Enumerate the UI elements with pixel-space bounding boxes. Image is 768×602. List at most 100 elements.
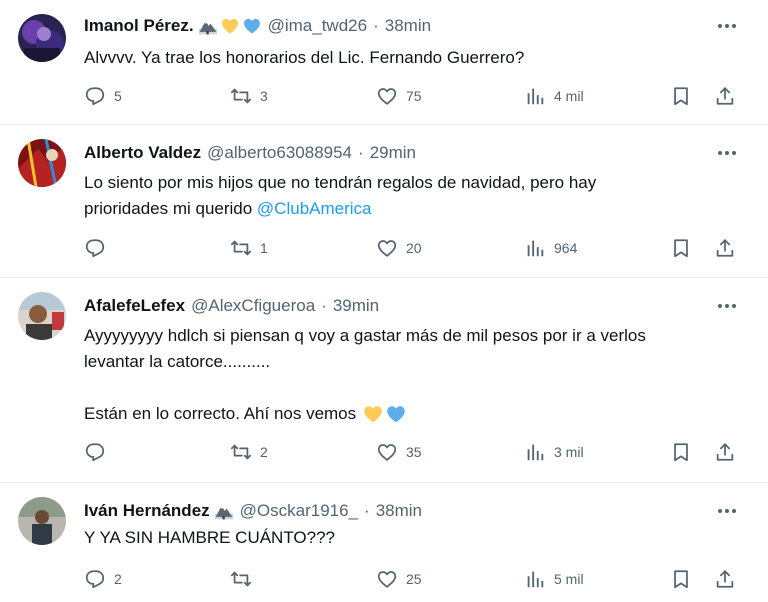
- display-name[interactable]: AfalefeLefex: [84, 296, 185, 316]
- retweet-icon: [230, 444, 252, 460]
- retweet-count: 1: [260, 240, 268, 256]
- share-icon: [716, 570, 734, 588]
- tweet-text: Alvvvv. Ya trae los honorarios del Lic. …: [84, 48, 525, 67]
- bookmark-icon: [674, 570, 688, 589]
- reply-button[interactable]: [84, 234, 114, 262]
- separator: ·: [373, 16, 379, 35]
- more-options-icon[interactable]: [718, 503, 736, 519]
- blue-heart-icon: [387, 406, 405, 423]
- mountain-emoji-icon: [198, 21, 217, 35]
- display-name[interactable]: Alberto Valdez: [84, 143, 201, 163]
- like-count: 20: [406, 240, 422, 256]
- views-button[interactable]: 3 mil: [524, 438, 584, 466]
- views-button[interactable]: 964: [524, 234, 577, 262]
- like-button[interactable]: 25: [376, 565, 422, 593]
- reply-icon: [85, 239, 105, 258]
- like-count: 35: [406, 444, 422, 460]
- tweet[interactable]: Alberto Valdez @alberto63088954 · 29min …: [0, 125, 768, 278]
- share-button[interactable]: [714, 565, 736, 593]
- bookmark-button[interactable]: [670, 438, 692, 466]
- timestamp[interactable]: 29min: [370, 143, 416, 163]
- user-handle[interactable]: @alberto63088954: [207, 143, 352, 163]
- bookmark-icon: [674, 239, 688, 258]
- user-handle[interactable]: @AlexCfigueroa: [191, 296, 315, 316]
- share-button[interactable]: [714, 82, 736, 110]
- views-count: 3 mil: [554, 444, 584, 460]
- like-button[interactable]: 20: [376, 234, 422, 262]
- bookmark-button[interactable]: [670, 234, 692, 262]
- reply-icon: [85, 570, 105, 589]
- bookmark-button[interactable]: [670, 82, 692, 110]
- avatar[interactable]: [18, 14, 66, 62]
- more-options-icon[interactable]: [718, 145, 736, 161]
- display-name[interactable]: Imanol Pérez.: [84, 16, 194, 36]
- retweet-icon: [230, 571, 252, 587]
- mountain-emoji-icon: [214, 506, 233, 520]
- tweet-text: Lo siento por mis hijos que no tendrán r…: [84, 173, 597, 218]
- mention-link[interactable]: @ClubAmerica: [257, 199, 372, 218]
- reply-count: 5: [114, 88, 122, 104]
- views-count: 5 mil: [554, 571, 584, 587]
- retweet-button[interactable]: 3: [230, 82, 268, 110]
- yellow-heart-icon: [364, 406, 382, 423]
- bookmark-icon: [674, 87, 688, 106]
- timestamp[interactable]: 38min: [385, 16, 431, 36]
- separator: ·: [321, 296, 327, 315]
- reply-button[interactable]: 5: [84, 82, 122, 110]
- yellow-heart-icon: [221, 18, 238, 34]
- replies-feed: Imanol Pérez. @ima_twd26 · 38min Alvvvv.…: [0, 0, 768, 602]
- blue-heart-icon: [243, 18, 260, 34]
- views-chart-icon: [527, 444, 544, 461]
- share-icon: [716, 239, 734, 257]
- retweet-icon: [230, 88, 252, 104]
- like-button[interactable]: 35: [376, 438, 422, 466]
- views-chart-icon: [527, 88, 544, 105]
- views-chart-icon: [527, 240, 544, 257]
- like-count: 75: [406, 88, 422, 104]
- reply-icon: [85, 443, 105, 462]
- views-count: 4 mil: [554, 88, 584, 104]
- avatar[interactable]: [18, 139, 66, 187]
- retweet-count: 3: [260, 88, 268, 104]
- like-icon: [377, 444, 397, 461]
- like-icon: [377, 88, 397, 105]
- avatar[interactable]: [18, 292, 66, 340]
- bookmark-button[interactable]: [670, 565, 692, 593]
- like-button[interactable]: 75: [376, 82, 422, 110]
- reply-button[interactable]: [84, 438, 114, 466]
- like-icon: [377, 571, 397, 588]
- timestamp[interactable]: 39min: [333, 296, 379, 316]
- views-count: 964: [554, 240, 578, 256]
- reply-count: 2: [114, 571, 122, 587]
- timestamp[interactable]: 38min: [376, 501, 422, 521]
- retweet-button[interactable]: [230, 565, 260, 593]
- avatar[interactable]: [18, 497, 66, 545]
- more-options-icon[interactable]: [718, 298, 736, 314]
- display-name[interactable]: Iván Hernández: [84, 501, 210, 521]
- share-button[interactable]: [714, 438, 736, 466]
- tweet[interactable]: Iván Hernández @Osckar1916_ · 38min Y YA…: [0, 483, 768, 602]
- retweet-button[interactable]: 1: [230, 234, 268, 262]
- user-handle[interactable]: @Osckar1916_: [240, 501, 358, 521]
- like-count: 25: [406, 571, 422, 587]
- like-icon: [377, 240, 397, 257]
- tweet-text: Y YA SIN HAMBRE CUÁNTO???: [84, 528, 335, 547]
- share-icon: [716, 87, 734, 105]
- retweet-button[interactable]: 2: [230, 438, 268, 466]
- retweet-icon: [230, 240, 252, 256]
- views-button[interactable]: 4 mil: [524, 82, 584, 110]
- tweet[interactable]: Imanol Pérez. @ima_twd26 · 38min Alvvvv.…: [0, 0, 768, 125]
- separator: ·: [358, 143, 364, 162]
- reply-button[interactable]: 2: [84, 565, 122, 593]
- share-button[interactable]: [714, 234, 736, 262]
- reply-icon: [85, 87, 105, 106]
- views-button[interactable]: 5 mil: [524, 565, 584, 593]
- more-options-icon[interactable]: [718, 18, 736, 34]
- views-chart-icon: [527, 571, 544, 588]
- share-icon: [716, 443, 734, 461]
- retweet-count: 2: [260, 444, 268, 460]
- bookmark-icon: [674, 443, 688, 462]
- tweet-text: Ayyyyyyyy hdlch si piensan q voy a gasta…: [84, 326, 646, 423]
- tweet[interactable]: AfalefeLefex @AlexCfigueroa · 39min Ayyy…: [0, 278, 768, 483]
- user-handle[interactable]: @ima_twd26: [268, 16, 367, 36]
